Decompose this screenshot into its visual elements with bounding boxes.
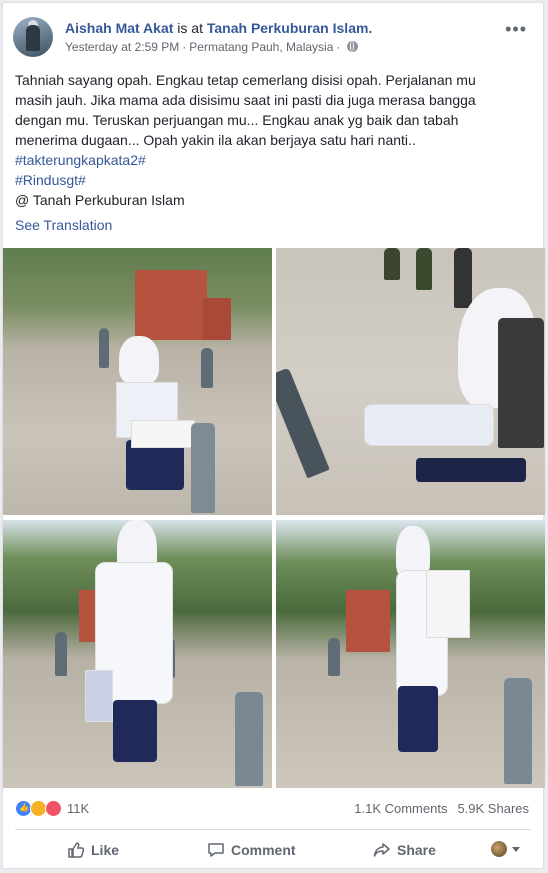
post-text-line: dengan mu. Teruskan perjuangan mu... Eng… — [15, 112, 459, 128]
post-text-line: menerima dugaan... Opah yakin ila akan b… — [15, 132, 416, 148]
photo-2[interactable] — [276, 248, 545, 515]
thumbs-up-icon — [68, 842, 85, 858]
comment-label: Comment — [231, 842, 296, 858]
share-arrow-icon — [373, 843, 390, 857]
love-reaction-icon — [45, 800, 62, 817]
post-text-line: masih jauh. Jika mama ada disisimu saat … — [15, 92, 476, 108]
engagement-counts: 1.1K Comments 5.9K Shares — [344, 801, 529, 816]
see-translation-link[interactable]: See Translation — [15, 217, 112, 233]
user-mini-avatar — [491, 841, 507, 857]
checkin-text: @ Tanah Perkuburan Islam — [15, 192, 185, 208]
author-line: Aishah Mat Akat is at Tanah Perkuburan I… — [65, 20, 372, 36]
meta-separator-2: · — [336, 40, 341, 54]
photo-3[interactable] — [3, 520, 272, 788]
post-stats: 11K 1.1K Comments 5.9K Shares — [15, 799, 531, 819]
more-options-icon[interactable]: ••• — [505, 19, 527, 40]
post-text-line: Tahniah sayang opah. Engkau tetap cemerl… — [15, 72, 476, 88]
hashtag-link[interactable]: #takterungkapkata2# — [15, 150, 520, 170]
photo-grid — [3, 248, 545, 788]
comments-count[interactable]: 1.1K Comments — [354, 801, 447, 816]
like-button[interactable]: Like — [67, 841, 119, 859]
comment-button[interactable]: Comment — [207, 841, 296, 859]
share-button[interactable]: Share — [373, 841, 436, 859]
like-label: Like — [91, 842, 120, 858]
post-text: Tahniah sayang opah. Engkau tetap cemerl… — [15, 70, 520, 210]
post-card: Aishah Mat Akat is at Tanah Perkuburan I… — [2, 2, 545, 869]
post-meta: Yesterday at 2:59 PM · Permatang Pauh, Mal… — [65, 40, 359, 54]
photo-4[interactable] — [276, 520, 545, 788]
meta-separator: · — [182, 40, 187, 54]
public-globe-icon[interactable] — [347, 41, 359, 52]
post-place[interactable]: Permatang Pauh, Malaysia — [189, 40, 333, 54]
share-label: Share — [397, 842, 436, 858]
author-avatar[interactable] — [13, 17, 53, 57]
hashtag-link[interactable]: #Rindusgt# — [15, 170, 520, 190]
comment-icon — [208, 843, 224, 857]
location-link[interactable]: Tanah Perkuburan Islam. — [207, 20, 372, 36]
post-header: Aishah Mat Akat is at Tanah Perkuburan I… — [13, 17, 533, 61]
author-name[interactable]: Aishah Mat Akat — [65, 20, 173, 36]
shares-count[interactable]: 5.9K Shares — [457, 801, 529, 816]
photo-1[interactable] — [3, 248, 272, 515]
chevron-down-icon — [512, 846, 520, 852]
reaction-count[interactable]: 11K — [67, 801, 89, 816]
post-actions: Like Comment Share — [3, 835, 543, 867]
post-timestamp[interactable]: Yesterday at 2:59 PM — [65, 40, 179, 54]
activity-text: is at — [177, 20, 203, 36]
reaction-as-selector[interactable] — [491, 841, 520, 857]
actions-divider — [15, 829, 531, 830]
